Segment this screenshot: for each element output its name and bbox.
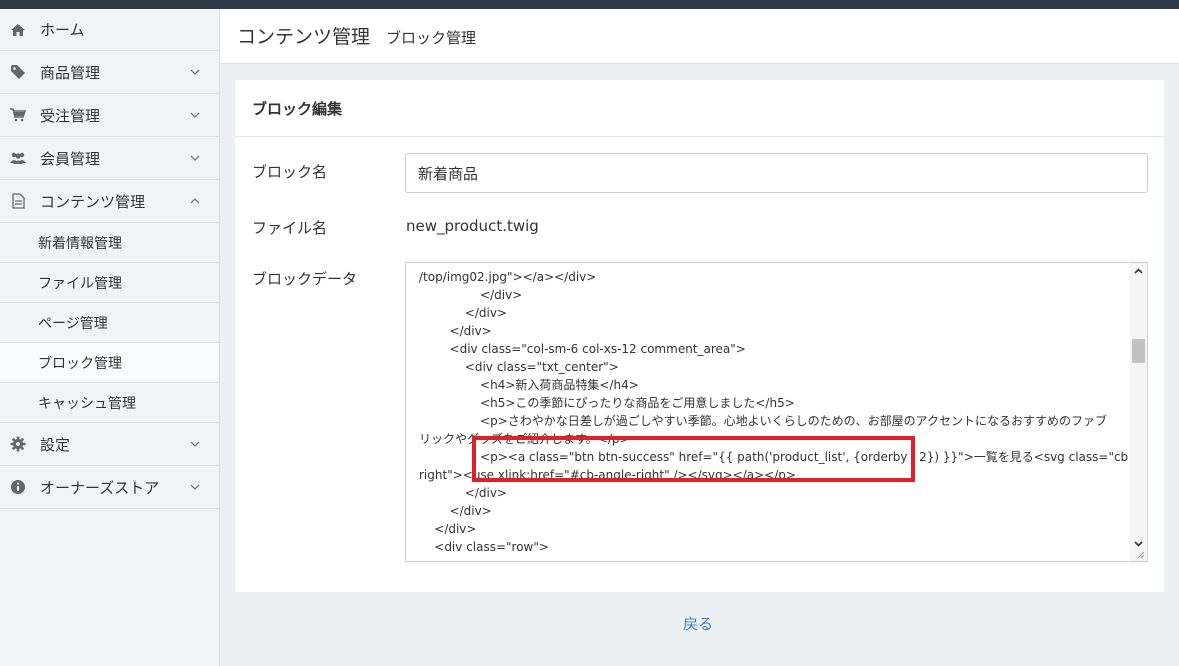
chevron-down-icon bbox=[190, 484, 200, 490]
file-name-value: new_product.twig bbox=[406, 217, 539, 235]
sidebar-subitem-cache[interactable]: キャッシュ管理 bbox=[0, 383, 219, 423]
code-line: /top/img02.jpg"></a></div> bbox=[419, 270, 597, 284]
sidebar-item-label: コンテンツ管理 bbox=[40, 192, 146, 211]
code-line: </div> bbox=[419, 522, 477, 536]
scroll-up-icon[interactable] bbox=[1133, 266, 1144, 277]
sidebar-item-contents[interactable]: コンテンツ管理 bbox=[0, 180, 219, 223]
code-line: </div> bbox=[419, 324, 492, 338]
card-title: ブロック編集 bbox=[252, 99, 343, 118]
code-line: <div class="txt_center"> bbox=[419, 360, 619, 374]
card-header: ブロック編集 bbox=[235, 80, 1164, 137]
scrollbar[interactable] bbox=[1130, 263, 1147, 561]
sidebar-item-label: ホーム bbox=[40, 21, 85, 39]
chevron-down-icon bbox=[190, 112, 200, 118]
sidebar-item-members[interactable]: 会員管理 bbox=[0, 137, 219, 180]
home-icon bbox=[10, 22, 26, 38]
scrollbar-thumb[interactable] bbox=[1132, 339, 1145, 363]
code-line: <h5>この季節にぴったりな商品をご用意しました</h5> bbox=[419, 396, 795, 410]
block-name-input[interactable]: 新着商品 bbox=[405, 153, 1148, 193]
sidebar-subitem-blocks[interactable]: ブロック管理 bbox=[0, 343, 219, 383]
page-subtitle: ブロック管理 bbox=[386, 29, 477, 47]
chevron-down-icon bbox=[190, 441, 200, 447]
sidebar-subitem-files[interactable]: ファイル管理 bbox=[0, 263, 219, 303]
block-data-label: ブロックデータ bbox=[252, 270, 358, 288]
sidebar-item-owners-store[interactable]: オーナーズストア bbox=[0, 466, 219, 509]
chevron-down-icon bbox=[190, 155, 200, 161]
code-line: </div> bbox=[419, 504, 492, 518]
top-bar bbox=[0, 0, 1179, 9]
code-line: </div> bbox=[419, 306, 507, 320]
chevron-down-icon bbox=[190, 69, 200, 75]
sidebar-subitem-pages[interactable]: ページ管理 bbox=[0, 303, 219, 343]
sidebar-item-label: 会員管理 bbox=[40, 149, 101, 168]
users-icon bbox=[10, 150, 26, 166]
code-content[interactable]: /top/img02.jpg"></a></div> </div> </div>… bbox=[419, 268, 1147, 556]
document-icon bbox=[10, 193, 26, 209]
page-title: コンテンツ管理 bbox=[237, 26, 371, 48]
sidebar-subitem-news[interactable]: 新着情報管理 bbox=[0, 223, 219, 263]
code-line: <h4>新入荷商品特集</h4> bbox=[419, 378, 639, 392]
code-line: </div> bbox=[419, 486, 507, 500]
info-icon bbox=[10, 479, 26, 495]
file-name-label: ファイル名 bbox=[252, 219, 328, 237]
block-edit-card: ブロック編集 ブロック名 新着商品 ファイル名 new_product.twig… bbox=[235, 80, 1164, 592]
sidebar-item-label: オーナーズストア bbox=[40, 478, 160, 497]
tag-icon bbox=[10, 64, 26, 80]
cart-icon bbox=[10, 107, 26, 123]
chevron-up-icon bbox=[190, 198, 200, 204]
code-line: <p>さわやかな日差しが過ごしやすい季節。心地よいくらしのための、お部屋のアクセ… bbox=[419, 414, 1108, 428]
code-line: <div class="row"> bbox=[419, 540, 549, 554]
sidebar-item-products[interactable]: 商品管理 bbox=[0, 51, 219, 94]
sidebar-item-label: 商品管理 bbox=[40, 63, 101, 82]
block-name-label: ブロック名 bbox=[252, 163, 328, 181]
sidebar-item-home[interactable]: ホーム bbox=[0, 9, 219, 51]
page-header: コンテンツ管理 ブロック管理 bbox=[220, 9, 1179, 64]
highlight-box bbox=[472, 436, 915, 482]
code-line: <div class="col-sm-6 col-xs-12 comment_a… bbox=[419, 342, 746, 356]
resize-handle-icon[interactable] bbox=[1136, 550, 1145, 559]
sidebar-item-orders[interactable]: 受注管理 bbox=[0, 94, 219, 137]
sidebar-item-settings[interactable]: 設定 bbox=[0, 423, 219, 466]
gear-icon bbox=[10, 436, 26, 452]
code-line: </div> bbox=[419, 288, 523, 302]
scroll-down-icon[interactable] bbox=[1133, 538, 1144, 549]
sidebar-item-label: 設定 bbox=[40, 435, 71, 454]
sidebar-item-label: 受注管理 bbox=[40, 106, 101, 125]
block-data-editor[interactable]: /top/img02.jpg"></a></div> </div> </div>… bbox=[405, 262, 1148, 562]
back-link[interactable]: 戻る bbox=[683, 613, 713, 634]
sidebar: ホーム 商品管理 受注管理 会員管理 コンテンツ管理 新着情報管理 ファイル管理… bbox=[0, 9, 220, 666]
